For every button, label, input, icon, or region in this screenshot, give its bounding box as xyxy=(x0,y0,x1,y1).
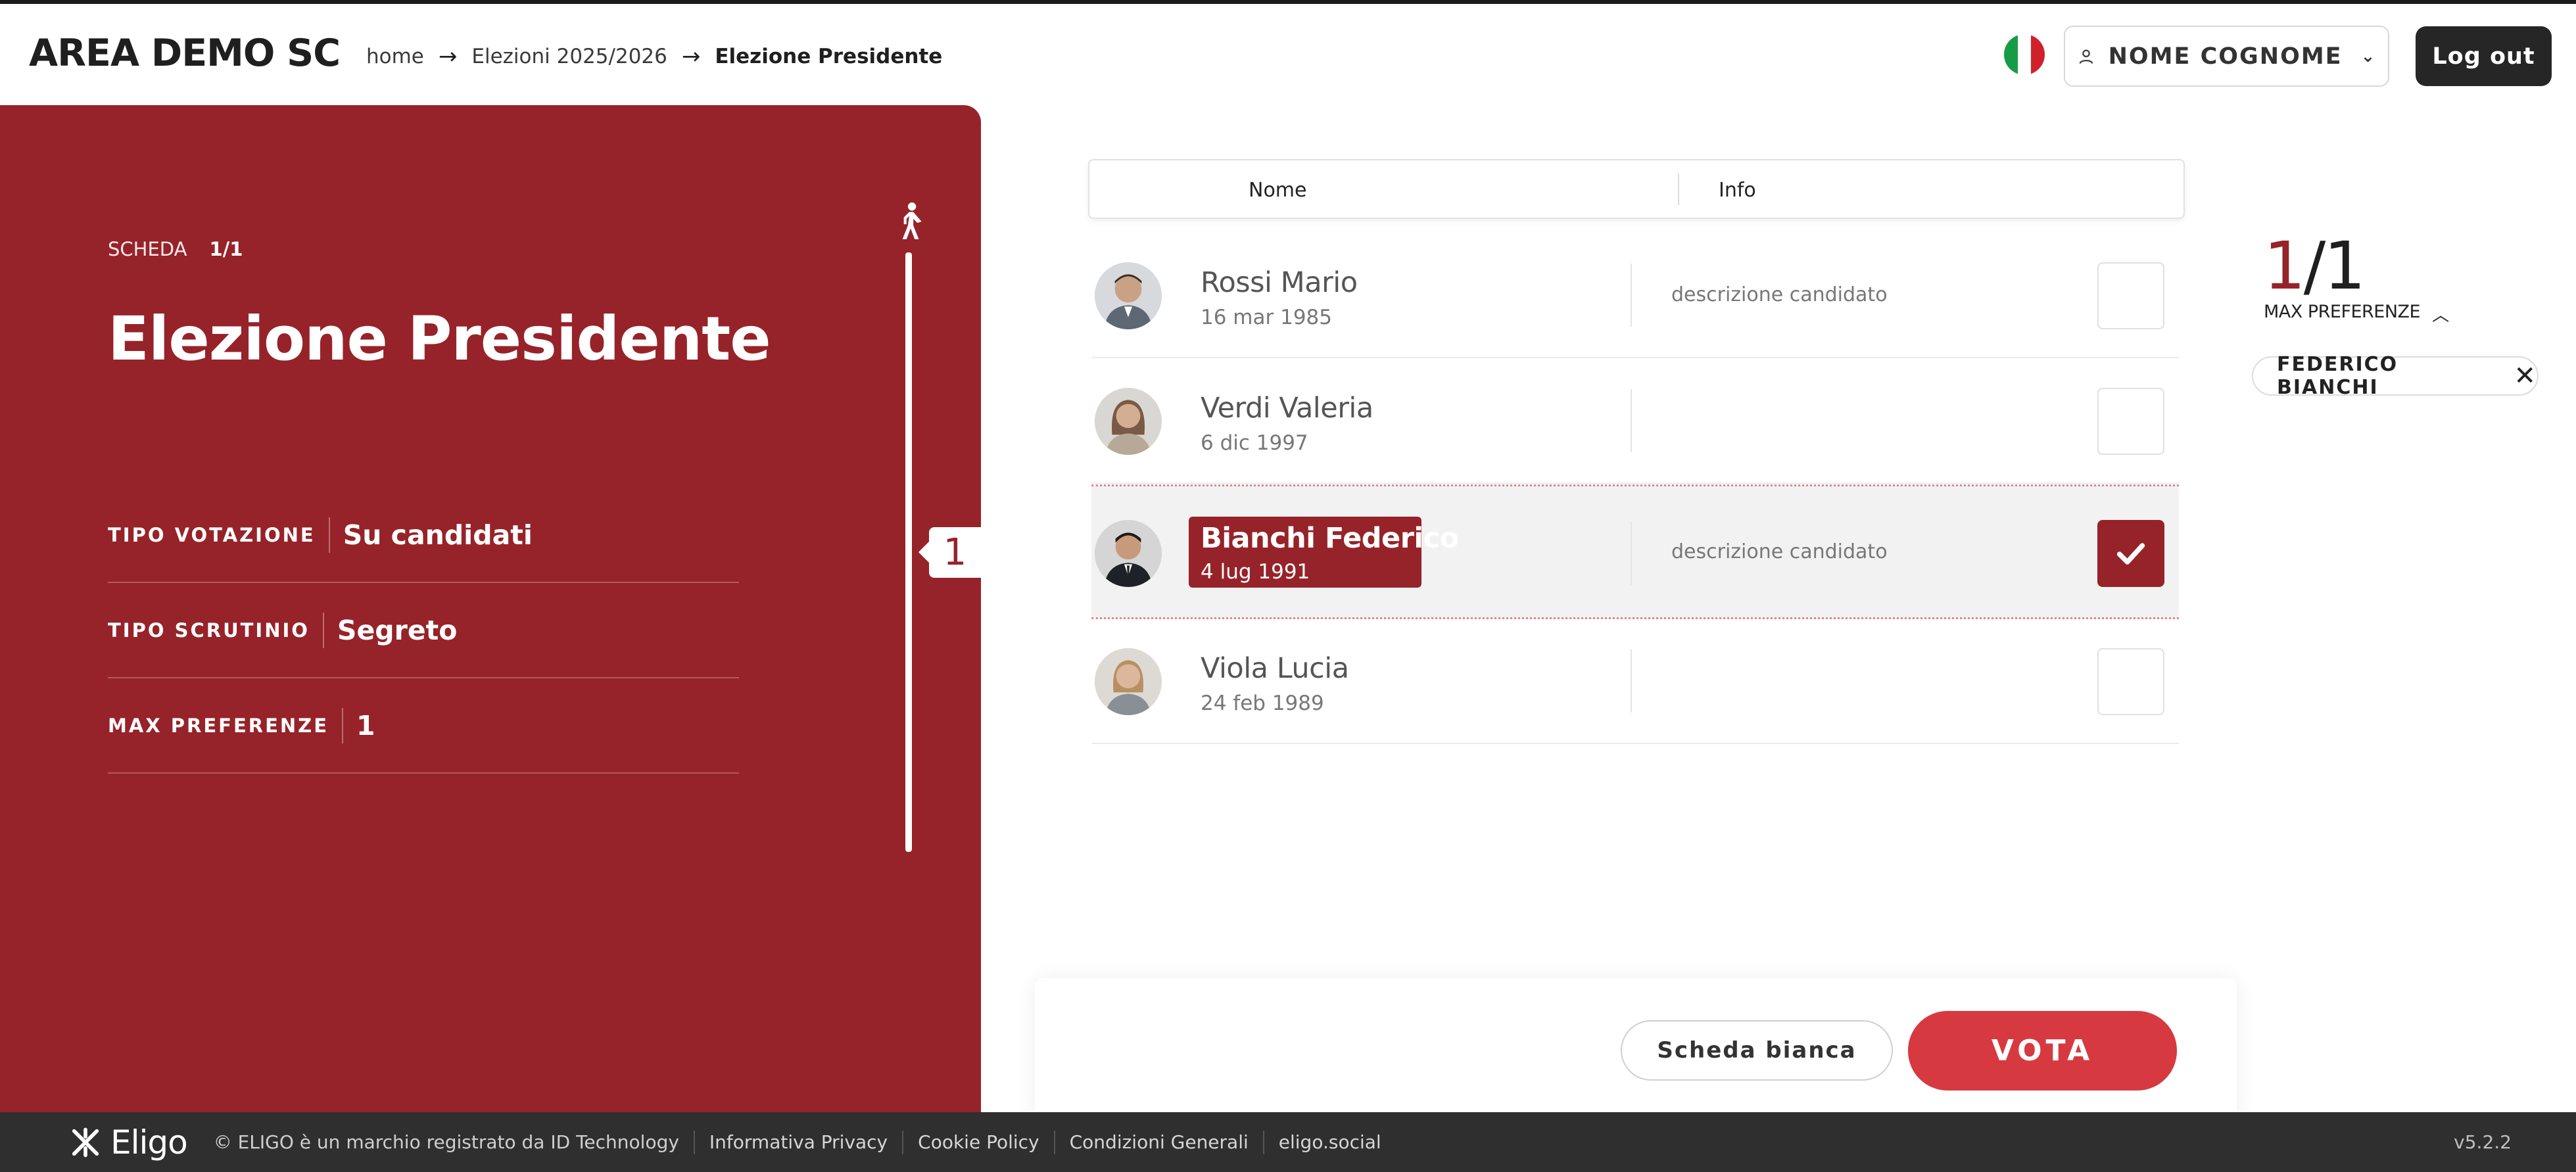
preference-counter: 1/1 xyxy=(2264,233,2366,299)
user-icon xyxy=(2079,49,2093,64)
column-divider xyxy=(1678,174,1679,205)
candidate-row-viola-lucia[interactable]: Viola Lucia 24 feb 1989 xyxy=(1091,619,2179,744)
candidate-name: Rossi Mario xyxy=(1201,266,1358,299)
row-divider xyxy=(1631,522,1632,585)
info-row-tipo-votazione: TIPO VOTAZIONE Su candidati xyxy=(108,488,739,583)
info-key: MAX PREFERENZE xyxy=(108,707,344,743)
candidate-name: Bianchi Federico xyxy=(1201,522,1459,555)
footer-link-eligo-social[interactable]: eligo.social xyxy=(1262,1130,1396,1154)
candidate-row-verdi-valeria[interactable]: Verdi Valeria 6 dic 1997 xyxy=(1091,359,2179,484)
footer-link-cookie[interactable]: Cookie Policy xyxy=(902,1130,1053,1154)
info-row-max-preferenze: MAX PREFERENZE 1 xyxy=(108,678,739,774)
info-row-tipo-scrutinio: TIPO SCRUTINIO Segreto xyxy=(108,583,739,678)
candidate-birthdate: 16 mar 1985 xyxy=(1201,306,1332,329)
page-title: Elezione Presidente xyxy=(108,304,771,374)
max-preferenze-toggle[interactable]: MAX PREFERENZE ︿ xyxy=(2264,300,2449,325)
scheda-indicator: SCHEDA 1/1 xyxy=(108,238,243,260)
candidate-row-rossi-mario[interactable]: Rossi Mario 16 mar 1985 descrizione cand… xyxy=(1091,233,2179,358)
info-value: Su candidati xyxy=(343,519,533,551)
vote-checkbox[interactable] xyxy=(2097,648,2164,715)
scheda-value: 1/1 xyxy=(209,238,243,260)
candidate-row-bianchi-federico[interactable]: Bianchi Federico 4 lug 1991 descrizione … xyxy=(1091,484,2179,619)
ballot-progress-line xyxy=(905,252,912,852)
brand-title: AREA DEMO SC xyxy=(29,32,341,75)
close-icon[interactable]: ✕ xyxy=(2514,361,2537,391)
step-marker: 1 xyxy=(918,527,981,578)
eligo-x-icon xyxy=(72,1127,99,1157)
checkmark-icon xyxy=(2116,543,2145,565)
row-divider xyxy=(1631,389,1632,452)
column-header-nome: Nome xyxy=(1249,179,1307,202)
candidate-table-header: Nome Info xyxy=(1088,159,2185,219)
footer-link-privacy[interactable]: Informativa Privacy xyxy=(693,1130,902,1154)
avatar xyxy=(1095,388,1162,455)
breadcrumb-home[interactable]: home xyxy=(366,45,424,68)
candidate-description: descrizione candidato xyxy=(1671,283,1888,306)
column-header-info: Info xyxy=(1719,179,1756,202)
max-preferenze-label: MAX PREFERENZE xyxy=(2264,302,2421,322)
footer: Eligo © ELIGO è un marchio registrato da… xyxy=(0,1112,2576,1172)
vote-checkbox-checked[interactable] xyxy=(2097,520,2164,587)
info-value: Segreto xyxy=(337,614,458,646)
info-key: TIPO SCRUTINIO xyxy=(108,612,324,648)
avatar xyxy=(1095,648,1162,715)
ballot-info-panel: SCHEDA 1/1 Elezione Presidente TIPO VOTAZ… xyxy=(0,105,981,1112)
breadcrumb-current: Elezione Presidente xyxy=(715,45,943,68)
candidate-name: Verdi Valeria xyxy=(1201,392,1373,425)
candidate-description: descrizione candidato xyxy=(1671,540,1888,563)
blank-ballot-button[interactable]: Scheda bianca xyxy=(1621,1020,1893,1081)
preference-current: 1 xyxy=(2264,227,2306,304)
walking-person-icon xyxy=(902,202,922,239)
version-label: v5.2.2 xyxy=(2454,1131,2512,1153)
row-divider xyxy=(1631,264,1632,327)
chevron-down-icon: ⌄ xyxy=(2360,46,2377,66)
row-divider xyxy=(1631,649,1632,713)
info-value: 1 xyxy=(356,709,375,741)
user-name: NOME COGNOME xyxy=(2108,43,2343,70)
logout-button[interactable]: Log out xyxy=(2416,26,2552,86)
info-key: TIPO VOTAZIONE xyxy=(108,517,330,553)
avatar xyxy=(1095,262,1162,329)
vote-button[interactable]: VOTA xyxy=(1908,1011,2177,1090)
vote-checkbox[interactable] xyxy=(2097,262,2164,329)
user-menu-button[interactable]: NOME COGNOME ⌄ xyxy=(2064,26,2389,87)
vote-checkbox[interactable] xyxy=(2097,388,2164,455)
arrow-right-icon: → xyxy=(438,43,458,70)
chip-label: FEDERICO BIANCHI xyxy=(2277,353,2398,399)
candidate-birthdate: 24 feb 1989 xyxy=(1201,691,1324,715)
breadcrumb-elezioni[interactable]: Elezioni 2025/2026 xyxy=(471,45,667,68)
top-border xyxy=(0,0,2576,4)
preference-total: /1 xyxy=(2303,227,2366,304)
candidate-birthdate: 6 dic 1997 xyxy=(1201,431,1308,455)
avatar xyxy=(1095,520,1162,587)
candidate-birthdate: 4 lug 1991 xyxy=(1201,560,1310,584)
candidate-name: Viola Lucia xyxy=(1201,652,1349,685)
logo-text: Eligo xyxy=(110,1123,188,1161)
eligo-logo[interactable]: Eligo xyxy=(68,1123,188,1161)
selected-candidate-chip: FEDERICO BIANCHI ✕ xyxy=(2252,353,2539,399)
italian-flag-icon[interactable] xyxy=(2004,34,2045,75)
chevron-up-icon: ︿ xyxy=(2432,306,2449,325)
footer-link-condizioni[interactable]: Condizioni Generali xyxy=(1053,1130,1263,1154)
breadcrumb: home → Elezioni 2025/2026 → Elezione Pre… xyxy=(366,43,942,70)
scheda-label: SCHEDA xyxy=(108,238,187,260)
arrow-right-icon: → xyxy=(681,43,701,70)
copyright-text: © ELIGO è un marchio registrato da ID Te… xyxy=(213,1131,679,1153)
